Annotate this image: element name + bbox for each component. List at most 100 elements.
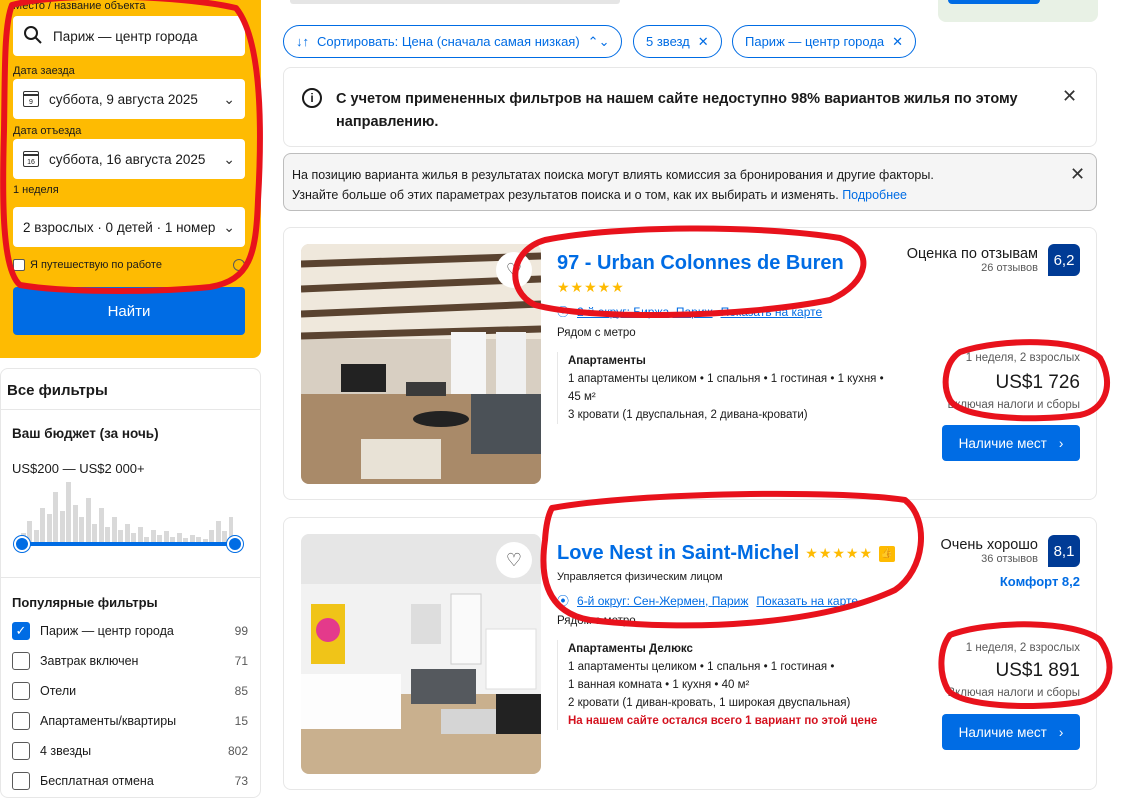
property-card[interactable]: ♡ 97 - Urban Colonnes de Buren ★★★★★ ⦿ 2… — [283, 227, 1097, 500]
budget-slider-min-handle[interactable] — [14, 536, 30, 552]
area-filter-chip[interactable]: Париж — центр города ✕ — [732, 25, 917, 58]
checkout-label: Дата отъезда — [13, 125, 82, 137]
chevron-down-icon: ⌄ — [223, 90, 235, 107]
close-icon[interactable]: ✕ — [1070, 164, 1085, 185]
availability-button[interactable]: Наличие мест › — [942, 425, 1080, 461]
histogram-bar — [111, 517, 117, 543]
review-score-badge[interactable]: 6,2 — [1048, 244, 1080, 276]
property-card[interactable]: ♡ Love Nest in Saint-Michel ★★★★★ 👍 Упра… — [283, 517, 1097, 790]
work-trip-checkbox[interactable]: Я путешествую по работе — [13, 259, 245, 271]
metro-note: Рядом с метро — [557, 327, 636, 339]
histogram-bar — [72, 504, 78, 543]
checkout-field[interactable]: 16 суббота, 16 августа 2025 ⌄ — [13, 139, 245, 179]
filter-item[interactable]: ✓ Париж — центр города 99 — [12, 620, 248, 642]
location-link[interactable]: 6-й округ: Сен-Жермен, Париж — [577, 594, 748, 608]
filter-label: Отели — [40, 684, 77, 698]
review-label: Очень хорошо — [940, 537, 1038, 553]
budget-histogram — [21, 479, 235, 543]
search-button[interactable]: Найти — [13, 287, 245, 335]
button-label: Наличие мест — [958, 435, 1047, 451]
scarcity-message: На нашем сайте остался всего 1 вариант п… — [568, 715, 878, 727]
map-thumbnail[interactable] — [938, 0, 1098, 22]
stay-duration: 1 неделя — [13, 184, 59, 196]
sort-chip[interactable]: ↓↑ Сортировать: Цена (сначала самая низк… — [283, 25, 623, 58]
info-icon: i — [302, 88, 322, 108]
filter-item[interactable]: Бесплатная отмена 73 — [12, 770, 248, 792]
price: US$1 726 — [995, 372, 1080, 393]
checkin-value: суббота, 9 августа 2025 — [49, 91, 198, 107]
divider — [1, 577, 260, 578]
stay-info: 1 неделя, 2 взрослых — [965, 642, 1080, 654]
button-label: Наличие мест — [958, 724, 1047, 740]
property-title[interactable]: Love Nest in Saint-Michel — [557, 542, 799, 565]
location-link[interactable]: 2-й округ: Биржа, Париж — [577, 305, 713, 319]
heart-icon[interactable]: ♡ — [496, 252, 532, 288]
checkin-label: Дата заезда — [13, 65, 75, 77]
stars-filter-chip[interactable]: 5 звезд ✕ — [633, 25, 722, 58]
map-pin-icon: ⦿ — [557, 594, 570, 608]
budget-title: Ваш бюджет (за ночь) — [12, 426, 159, 441]
beds-info: 2 кровати (1 диван-кровать, 1 широкая дв… — [568, 697, 851, 709]
info-icon[interactable] — [233, 259, 245, 271]
show-on-map-link[interactable]: Показать на карте — [721, 305, 823, 319]
filter-count: 802 — [227, 744, 248, 758]
star-rating: ★★★★★ — [805, 545, 874, 561]
room-type: Апартаменты Делюкс — [568, 643, 693, 655]
availability-button[interactable]: Наличие мест › — [942, 714, 1080, 750]
histogram-bar — [46, 514, 52, 543]
more-info-link[interactable]: Подробнее — [842, 188, 907, 202]
filter-count: 99 — [234, 624, 248, 638]
histogram-bar — [66, 482, 72, 543]
guests-field[interactable]: 2 взрослых · 0 детей · 1 номер ⌄ — [13, 207, 245, 247]
review-score-badge[interactable]: 8,1 — [1048, 535, 1080, 567]
histogram-bar — [105, 527, 111, 543]
room-details: Апартаменты 1 апартаменты целиком • 1 сп… — [557, 352, 907, 424]
price: US$1 891 — [995, 660, 1080, 681]
sort-label: Сортировать: Цена (сначала самая низкая) — [317, 34, 580, 49]
room-details-line: 1 апартаменты целиком • 1 спальня • 1 го… — [568, 661, 835, 673]
histogram-bar — [92, 523, 98, 543]
budget-slider-track[interactable] — [21, 542, 235, 546]
property-title[interactable]: 97 - Urban Colonnes de Buren — [557, 252, 844, 275]
chevron-right-icon: › — [1058, 435, 1064, 451]
divider — [1, 409, 260, 410]
filters-panel: Все фильтры Ваш бюджет (за ночь) US$200 … — [0, 368, 261, 798]
popular-filters-title: Популярные фильтры — [12, 595, 158, 610]
checkbox[interactable] — [12, 652, 30, 670]
room-details-line: 1 ванная комната • 1 кухня • 40 м² — [568, 679, 750, 691]
histogram-bar — [215, 520, 221, 543]
search-icon — [23, 25, 43, 48]
show-on-map-link[interactable]: Показать на карте — [756, 594, 858, 608]
filter-label: Бесплатная отмена — [40, 774, 154, 788]
heart-icon[interactable]: ♡ — [496, 542, 532, 578]
filter-item[interactable]: 4 звезды 802 — [12, 740, 248, 762]
checkbox[interactable] — [12, 682, 30, 700]
checkbox[interactable] — [12, 772, 30, 790]
histogram-bar — [137, 527, 143, 543]
thumbs-up-icon: 👍 — [879, 545, 896, 562]
filter-item[interactable]: Завтрак включен 71 — [12, 650, 248, 672]
close-icon[interactable]: ✕ — [698, 34, 709, 50]
checkbox[interactable] — [13, 259, 25, 271]
filter-item[interactable]: Отели 85 — [12, 680, 248, 702]
close-icon[interactable]: ✕ — [892, 34, 903, 50]
histogram-bar — [124, 523, 130, 543]
room-type: Апартаменты — [568, 355, 646, 367]
histogram-bar — [79, 517, 85, 543]
chevron-down-icon: ⌄ — [223, 218, 235, 235]
histogram-bar — [98, 507, 104, 543]
chevron-icon: ⌃⌄ — [587, 33, 610, 49]
histogram-bar — [59, 511, 65, 543]
room-details-line: 1 апартаменты целиком • 1 спальня • 1 го… — [568, 373, 884, 385]
destination-input[interactable]: Париж — центр города — [13, 16, 245, 56]
filter-item[interactable]: Апартаменты/квартиры 15 — [12, 710, 248, 732]
close-icon[interactable]: ✕ — [1062, 86, 1077, 107]
checkbox[interactable] — [12, 742, 30, 760]
show-map-button[interactable] — [948, 0, 1040, 4]
search-panel: Место / название объекта Париж — центр г… — [0, 0, 261, 358]
checkbox[interactable] — [12, 712, 30, 730]
budget-slider-max-handle[interactable] — [227, 536, 243, 552]
checkin-field[interactable]: 9 суббота, 9 августа 2025 ⌄ — [13, 79, 245, 119]
checkbox-checked[interactable]: ✓ — [12, 622, 30, 640]
histogram-bar — [85, 498, 91, 543]
